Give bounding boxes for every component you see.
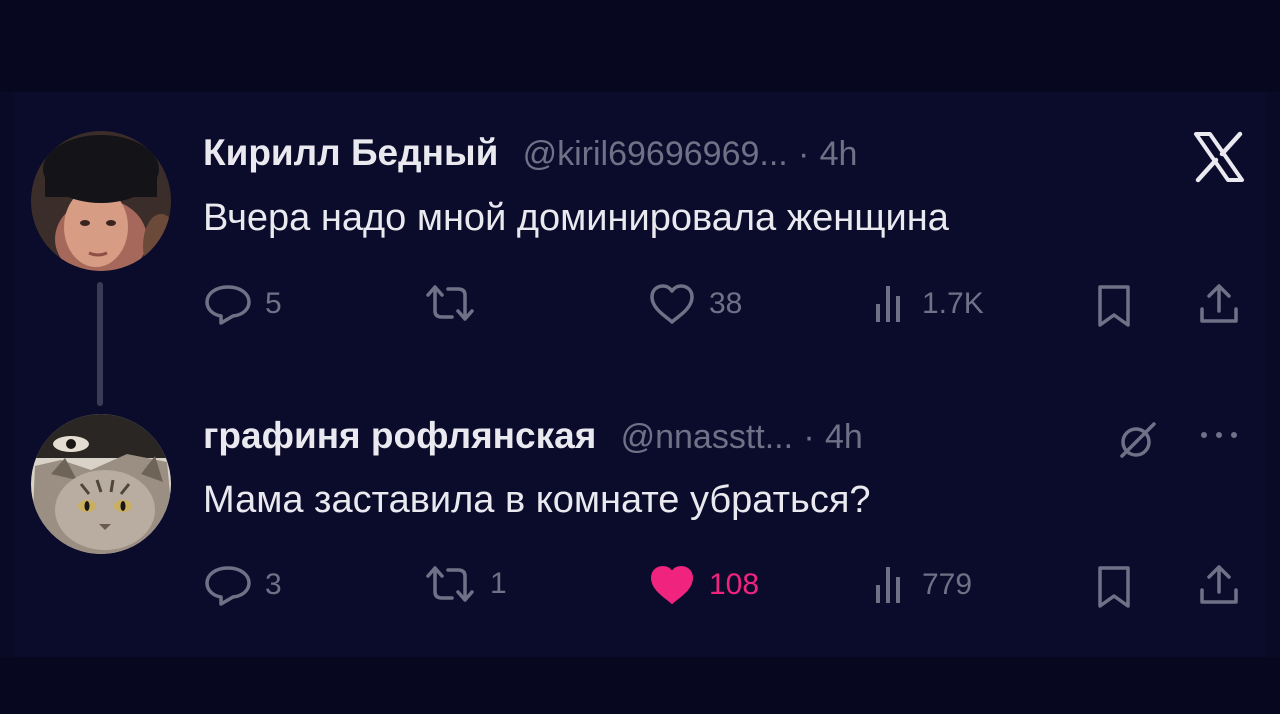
grok-icon[interactable] — [1116, 420, 1160, 460]
bookmark-icon — [1094, 283, 1134, 329]
view-count: 1.7K — [922, 287, 984, 320]
reply-count: 5 — [265, 287, 282, 320]
top-band — [0, 0, 1280, 92]
reply-icon — [203, 564, 253, 606]
like-button[interactable]: 108 — [647, 563, 759, 607]
repost-button[interactable]: 1 — [422, 562, 507, 606]
tweet-header: Кирилл Бедный @kiril69696969... · 4h — [203, 131, 857, 176]
share-button[interactable] — [1196, 562, 1242, 608]
bookmark-button[interactable] — [1094, 283, 1134, 329]
bookmark-button[interactable] — [1094, 564, 1134, 610]
heart-icon — [647, 563, 697, 607]
thread-connector-line — [97, 282, 103, 406]
more-icon[interactable] — [1196, 423, 1242, 447]
views-button[interactable]: 1.7K — [870, 282, 984, 326]
tweet-text: Вчера надо мной доминировала женщина — [203, 197, 949, 239]
avatar-grafinya[interactable] — [31, 414, 171, 554]
repost-button[interactable] — [422, 281, 490, 325]
timestamp[interactable]: 4h — [825, 418, 863, 456]
screenshot: Кирилл Бедный @kiril69696969... · 4h Вче… — [0, 0, 1280, 714]
display-name[interactable]: Кирилл Бедный — [203, 132, 498, 173]
reply-icon — [203, 283, 253, 325]
thread-panel — [14, 92, 1266, 657]
reply-button[interactable]: 3 — [203, 564, 282, 606]
bottom-band — [0, 657, 1280, 714]
view-count: 779 — [922, 568, 973, 601]
display-name[interactable]: графиня рофлянская — [203, 415, 596, 456]
tweet-header: графиня рофлянская @nnasstt... · 4h — [203, 414, 863, 459]
share-button[interactable] — [1196, 281, 1242, 327]
like-count: 108 — [709, 568, 760, 601]
x-logo-icon — [1192, 130, 1246, 184]
user-handle[interactable]: @nnasstt... — [621, 418, 793, 456]
repost-icon — [422, 281, 478, 325]
like-count: 38 — [709, 287, 743, 320]
share-icon — [1196, 562, 1242, 608]
user-handle[interactable]: @kiril69696969... — [523, 135, 788, 173]
tweet-text: Мама заставила в комнате убраться? — [203, 479, 871, 521]
repost-icon — [422, 562, 478, 606]
share-icon — [1196, 281, 1242, 327]
avatar-kirill[interactable] — [31, 131, 171, 271]
like-button[interactable]: 38 — [647, 282, 742, 326]
reply-count: 3 — [265, 568, 282, 601]
separator-dot: · — [798, 135, 810, 173]
timestamp[interactable]: 4h — [820, 135, 858, 173]
reply-button[interactable]: 5 — [203, 283, 282, 325]
separator-dot: · — [803, 418, 815, 456]
heart-icon — [647, 282, 697, 326]
views-bar-chart-icon — [870, 563, 910, 607]
repost-count: 1 — [490, 567, 507, 600]
bookmark-icon — [1094, 564, 1134, 610]
views-button[interactable]: 779 — [870, 563, 972, 607]
views-bar-chart-icon — [870, 282, 910, 326]
